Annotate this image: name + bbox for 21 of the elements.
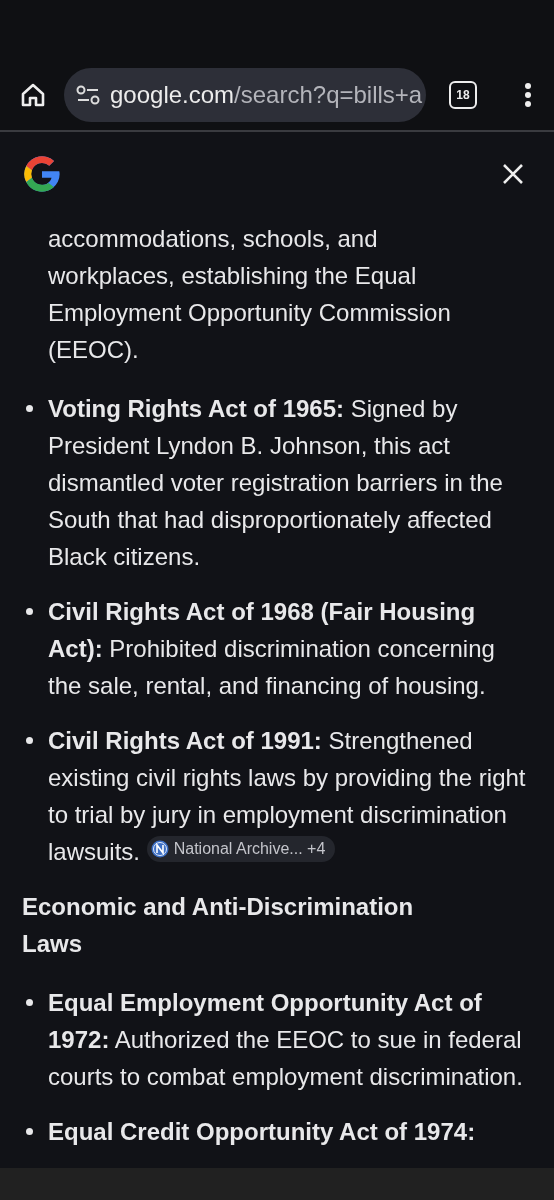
source-chip[interactable]: National Archive... +4 bbox=[146, 836, 336, 862]
source-logo-icon bbox=[150, 840, 169, 858]
paragraph-text: accommodations, schools, and workplaces, establishing the Equal Employment Opportunity Commission (EEOC). bbox=[48, 224, 452, 365]
list-item-text: Voting Rights Act of 1965: Signed by President Lyndon B. Johnson, this act dismantled voter registration barriers in the South that had disproportionately affected Black citizens. bbox=[48, 394, 504, 572]
bullet-icon bbox=[26, 405, 33, 412]
site-settings-icon[interactable] bbox=[76, 84, 100, 106]
list-item-text: Civil Rights Act of 1968 (Fair Housing Act): Prohibited discrimination concerning the sale, rental, and financing of housing. bbox=[48, 597, 496, 701]
bullet-icon bbox=[26, 737, 33, 744]
bullet-icon bbox=[26, 608, 33, 615]
section-heading: Economic and Anti-Discrimination Laws bbox=[22, 892, 415, 959]
address-bar[interactable]: google.com/search?q=bills+a bbox=[64, 68, 426, 122]
list-item-text: Civil Rights Act of 1991: Strengthened existing civil rights laws by providing the right to trial by jury in employment discrimination lawsuits. National Archive... +4 bbox=[48, 726, 527, 867]
tab-count-button[interactable]: 18 bbox=[449, 81, 477, 109]
google-logo-icon bbox=[21, 153, 63, 195]
close-icon[interactable] bbox=[502, 163, 524, 185]
bullet-icon bbox=[26, 1128, 33, 1135]
list-item-text: Equal Credit Opportunity Act of 1974: bbox=[48, 1117, 477, 1147]
home-icon[interactable] bbox=[20, 82, 46, 108]
bullet-icon bbox=[26, 999, 33, 1006]
list-item-text: Equal Employment Opportunity Act of 1972: Authorized the EEOC to sue in federal courts to combat employment discrimination. bbox=[48, 988, 524, 1092]
more-options-icon[interactable] bbox=[524, 82, 532, 108]
